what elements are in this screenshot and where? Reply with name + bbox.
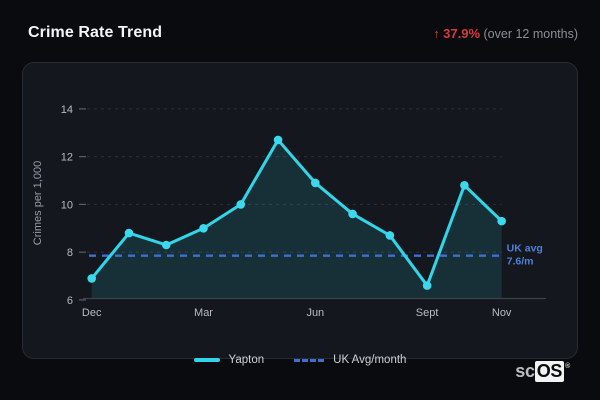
- y-tick-label: 10: [61, 199, 73, 211]
- data-point: [311, 178, 320, 188]
- x-tick-label: Sept: [416, 307, 439, 319]
- trend-chart: 6 8 10 12 14 UK avg7.6/m Dec Mar Jun Sept Nov Crime…: [32, 104, 546, 319]
- header: Crime Rate Trend ↑ 37.9% (over 12 months…: [28, 24, 578, 42]
- uk-avg-label: UK avg: [507, 243, 543, 255]
- y-tick-label: 8: [67, 247, 73, 259]
- data-point: [273, 135, 283, 145]
- data-point: [87, 274, 96, 283]
- chart-card: 6 8 10 12 14 UK avg 7.6/m Dec Mar Jun Sept Nov Crime…: [22, 62, 578, 359]
- data-point: [199, 223, 208, 233]
- y-tick-label: 12: [61, 152, 73, 164]
- legend-item-yapton[interactable]: Yapton: [193, 354, 265, 366]
- legend-label: UK Avg/month: [333, 354, 407, 366]
- data-point: [422, 281, 432, 290]
- data-point: [497, 216, 506, 226]
- y-tick-label: 14: [61, 104, 73, 116]
- y-tick-label: 6: [67, 295, 73, 307]
- data-point: [348, 209, 357, 219]
- trend-caption: (over 12 months): [480, 26, 579, 41]
- x-tick-label: Nov: [492, 307, 512, 319]
- x-tick-label: Jun: [306, 307, 324, 319]
- trend-value: 37.9%: [443, 25, 481, 41]
- logo-suffix: OS: [534, 361, 565, 382]
- logo-prefix: sc: [515, 361, 535, 381]
- legend-item-uk-avg[interactable]: UK Avg/month: [294, 354, 406, 366]
- registered-mark-icon: ®: [565, 363, 570, 370]
- legend-label: Yapton: [228, 354, 265, 366]
- page-title: Crime Rate Trend: [28, 24, 163, 41]
- x-tick-label: Dec: [82, 307, 102, 319]
- trend-stat: ↑ 37.9% (over 12 months): [433, 26, 578, 41]
- data-point: [161, 240, 171, 250]
- up-arrow-icon: ↑: [433, 26, 440, 41]
- yapton-line-swatch: [193, 358, 220, 362]
- y-axis-title: Crimes per 1,000: [32, 161, 44, 245]
- data-point: [460, 181, 469, 190]
- data-point: [385, 231, 395, 240]
- scos-logo: sc OS ®: [515, 361, 570, 382]
- data-point: [124, 228, 134, 238]
- uk-avg-line-swatch: [294, 358, 325, 362]
- x-tick-label: Mar: [194, 307, 213, 319]
- data-point: [236, 200, 246, 209]
- chart-legend: Yapton UK Avg/month: [0, 351, 600, 369]
- uk-avg-label: 7.6/m: [507, 256, 534, 268]
